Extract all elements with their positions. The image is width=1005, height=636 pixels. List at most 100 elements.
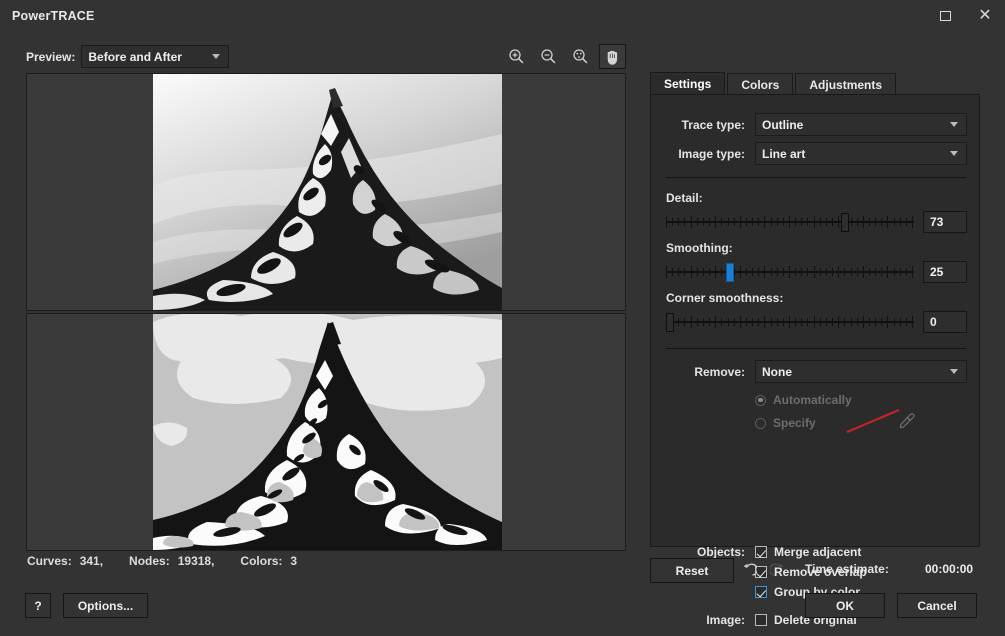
smoothing-slider-group: Smoothing: 25: [666, 241, 968, 283]
curves-value: 341,: [79, 554, 104, 568]
detail-slider-group: Detail: 73: [666, 191, 968, 233]
red-annotation-line: [845, 408, 901, 434]
remove-label: Remove:: [694, 364, 745, 379]
redo-arrow-icon: [770, 563, 784, 576]
remove-select-value: None: [762, 364, 792, 379]
trace-type-row: Trace type: Outline: [665, 113, 967, 136]
preview-pane-before[interactable]: [26, 73, 626, 311]
colors-label: Colors:: [240, 554, 283, 568]
corner-smoothness-slider-thumb[interactable]: [666, 313, 674, 332]
corner-smoothness-slider-group: Corner smoothness: 0: [666, 291, 968, 333]
smoothing-slider-thumb[interactable]: [726, 263, 734, 282]
merge-adjacent-checkbox[interactable]: Merge adjacent: [755, 545, 861, 559]
chevron-down-icon: [950, 122, 958, 127]
preview-select-value: Before and After: [88, 49, 182, 64]
trace-type-value: Outline: [762, 117, 804, 132]
help-button[interactable]: ?: [25, 593, 51, 618]
preview-label: Preview:: [26, 49, 76, 64]
preview-pane-after[interactable]: [26, 313, 626, 551]
checkbox-icon: [755, 586, 767, 598]
zoom-in-icon: [509, 49, 524, 64]
zoom-fit-icon: [573, 49, 588, 64]
remove-row: Remove: None: [665, 360, 967, 383]
image-type-select[interactable]: Line art: [755, 142, 967, 165]
pan-hand-icon: [607, 50, 618, 65]
tab-adjustments[interactable]: Adjustments: [795, 73, 897, 95]
checkbox-icon: [755, 546, 767, 558]
maximize-button[interactable]: [925, 0, 965, 31]
curves-label: Curves:: [27, 554, 72, 568]
traced-image: [153, 314, 502, 550]
preview-control: Preview: Before and After: [26, 45, 230, 68]
nodes-value: 19318,: [177, 554, 215, 568]
detail-slider-thumb[interactable]: [841, 213, 849, 232]
ok-button[interactable]: OK: [805, 593, 885, 618]
image-type-row: Image type: Line art: [665, 142, 967, 165]
powertrace-dialog: PowerTRACE ✕ Preview: Before and After C…: [0, 0, 1005, 636]
undo-arrow-icon: [743, 563, 757, 576]
remove-specify-label: Specify: [773, 416, 816, 430]
window-title: PowerTRACE: [12, 8, 95, 23]
checkbox-icon: [755, 614, 767, 626]
chevron-down-icon: [950, 369, 958, 374]
smoothing-label: Smoothing:: [666, 241, 733, 255]
close-icon: ✕: [978, 6, 992, 24]
corner-smoothness-label: Corner smoothness:: [666, 291, 784, 305]
window-controls: ✕: [925, 0, 1005, 31]
original-image: [153, 74, 502, 310]
pan-tool-button[interactable]: [599, 44, 626, 69]
reset-button[interactable]: Reset: [650, 558, 734, 583]
settings-tabs: Settings Colors Adjustments: [650, 72, 898, 95]
preview-toolbar: Preview: Before and After: [26, 44, 626, 70]
detail-slider[interactable]: [666, 211, 914, 233]
radio-icon: [755, 394, 766, 406]
objects-label: Objects:: [696, 545, 745, 559]
detail-value-input[interactable]: 73: [923, 211, 967, 233]
divider-top: [666, 177, 966, 178]
zoom-out-icon: [541, 49, 556, 64]
time-estimate-value: 00:00:00: [925, 562, 974, 576]
image-label: Image:: [706, 613, 745, 627]
chevron-down-icon: [212, 54, 221, 59]
image-type-value: Line art: [762, 146, 806, 161]
bottom-left-buttons: ? Options...: [25, 593, 148, 618]
zoom-in-button[interactable]: [503, 44, 530, 69]
radio-icon: [755, 417, 766, 429]
tab-colors[interactable]: Colors: [727, 73, 794, 95]
undo-button[interactable]: [735, 558, 761, 583]
eyedropper-icon: [899, 413, 915, 429]
cancel-button[interactable]: Cancel: [897, 593, 977, 618]
title-bar: PowerTRACE ✕: [0, 0, 1005, 31]
remove-specify-radio[interactable]: Specify: [755, 416, 816, 430]
settings-panel: Trace type: Outline Image type: Line art…: [650, 94, 980, 627]
undo-redo-group: [735, 558, 792, 583]
colors-value: 3: [290, 554, 298, 568]
corner-smoothness-value-input[interactable]: 0: [923, 311, 967, 333]
smoothing-slider[interactable]: [666, 261, 914, 283]
trace-type-select[interactable]: Outline: [755, 113, 967, 136]
detail-label: Detail:: [666, 191, 703, 205]
zoom-fit-button[interactable]: [567, 44, 594, 69]
zoom-toolbar: [503, 44, 626, 69]
redo-button[interactable]: [766, 558, 792, 583]
trace-type-label: Trace type:: [681, 117, 745, 132]
preview-select[interactable]: Before and After: [81, 45, 230, 68]
time-estimate-label: Time estimate:: [805, 562, 889, 576]
remove-automatically-radio[interactable]: Automatically: [755, 393, 852, 407]
close-button[interactable]: ✕: [965, 0, 1005, 31]
corner-smoothness-slider[interactable]: [666, 311, 914, 333]
remove-select[interactable]: None: [755, 360, 967, 383]
maximize-icon: [939, 10, 951, 21]
status-bar: Curves: 341, Nodes: 19318, Colors: 3: [27, 554, 323, 568]
nodes-label: Nodes:: [129, 554, 170, 568]
eyedropper-button[interactable]: [897, 411, 917, 436]
image-type-label: Image type:: [678, 146, 745, 161]
options-button[interactable]: Options...: [63, 593, 148, 618]
merge-adjacent-label: Merge adjacent: [774, 545, 862, 559]
zoom-out-button[interactable]: [535, 44, 562, 69]
smoothing-value-input[interactable]: 25: [923, 261, 967, 283]
divider-bottom: [666, 348, 966, 349]
chevron-down-icon: [950, 151, 958, 156]
tab-settings[interactable]: Settings: [650, 72, 726, 95]
remove-automatically-label: Automatically: [773, 393, 852, 407]
